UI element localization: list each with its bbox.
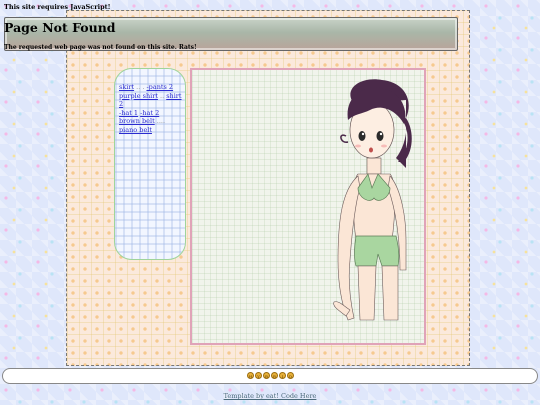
character-image	[190, 68, 426, 345]
badge-icon[interactable]: H	[247, 372, 254, 379]
footer-credit: Template by eat! Code Here	[0, 392, 540, 400]
badge-icon[interactable]: Y	[255, 372, 262, 379]
tag-separator: ....	[154, 117, 166, 126]
tag-separator: ..	[157, 91, 167, 100]
badge-icon[interactable]: D	[287, 372, 294, 379]
tag-link-skirt[interactable]: skirt	[119, 83, 134, 91]
badge-icon[interactable]: R	[271, 372, 278, 379]
error-message: The requested web page was not found on …	[4, 44, 197, 51]
badge-icon[interactable]: B	[263, 372, 270, 379]
tag-link-purple-shirt[interactable]: purple shirt	[119, 92, 158, 100]
tag-sidebar: skirt .. . -pants 2 purple shirt .. shir…	[114, 68, 186, 260]
paper-doll-illustration	[333, 79, 412, 321]
tag-link-pants-2[interactable]: -pants 2	[146, 83, 173, 91]
tag-separator: .. .	[134, 83, 147, 91]
tag-link-hat-2[interactable]: -hat 2	[140, 109, 159, 117]
tag-link-hat-1[interactable]: -hat 1	[119, 109, 138, 117]
tag-list: skirt .. . -pants 2 purple shirt .. shir…	[119, 83, 185, 135]
page-title: Page Not Found	[4, 20, 116, 35]
tag-link-piano-belt[interactable]: piano belt	[119, 126, 152, 134]
template-credit-link[interactable]: Template by eat! Code Here	[224, 392, 317, 400]
tag-link-brown-belt[interactable]: brown belt	[119, 117, 155, 125]
footer-badges: H Y B R I D	[247, 372, 294, 380]
badge-icon[interactable]: I	[279, 372, 286, 379]
